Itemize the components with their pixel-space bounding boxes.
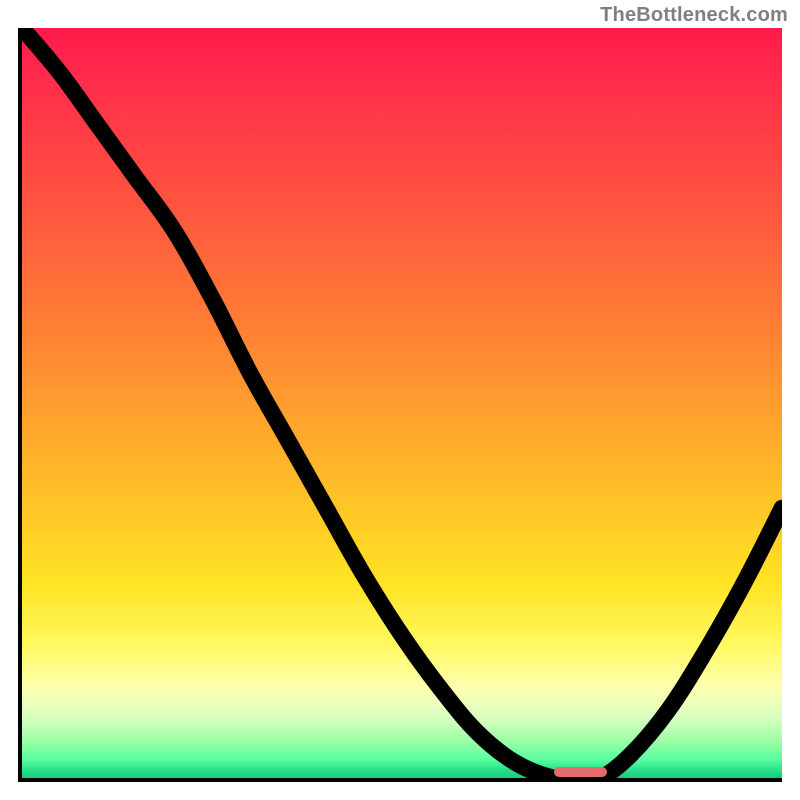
chart-container: TheBottleneck.com (0, 0, 800, 800)
bottleneck-curve (22, 28, 782, 778)
plot-area (22, 28, 782, 778)
plot-frame (18, 28, 782, 782)
optimal-range-marker (554, 767, 607, 777)
watermark-text: TheBottleneck.com (600, 4, 788, 27)
